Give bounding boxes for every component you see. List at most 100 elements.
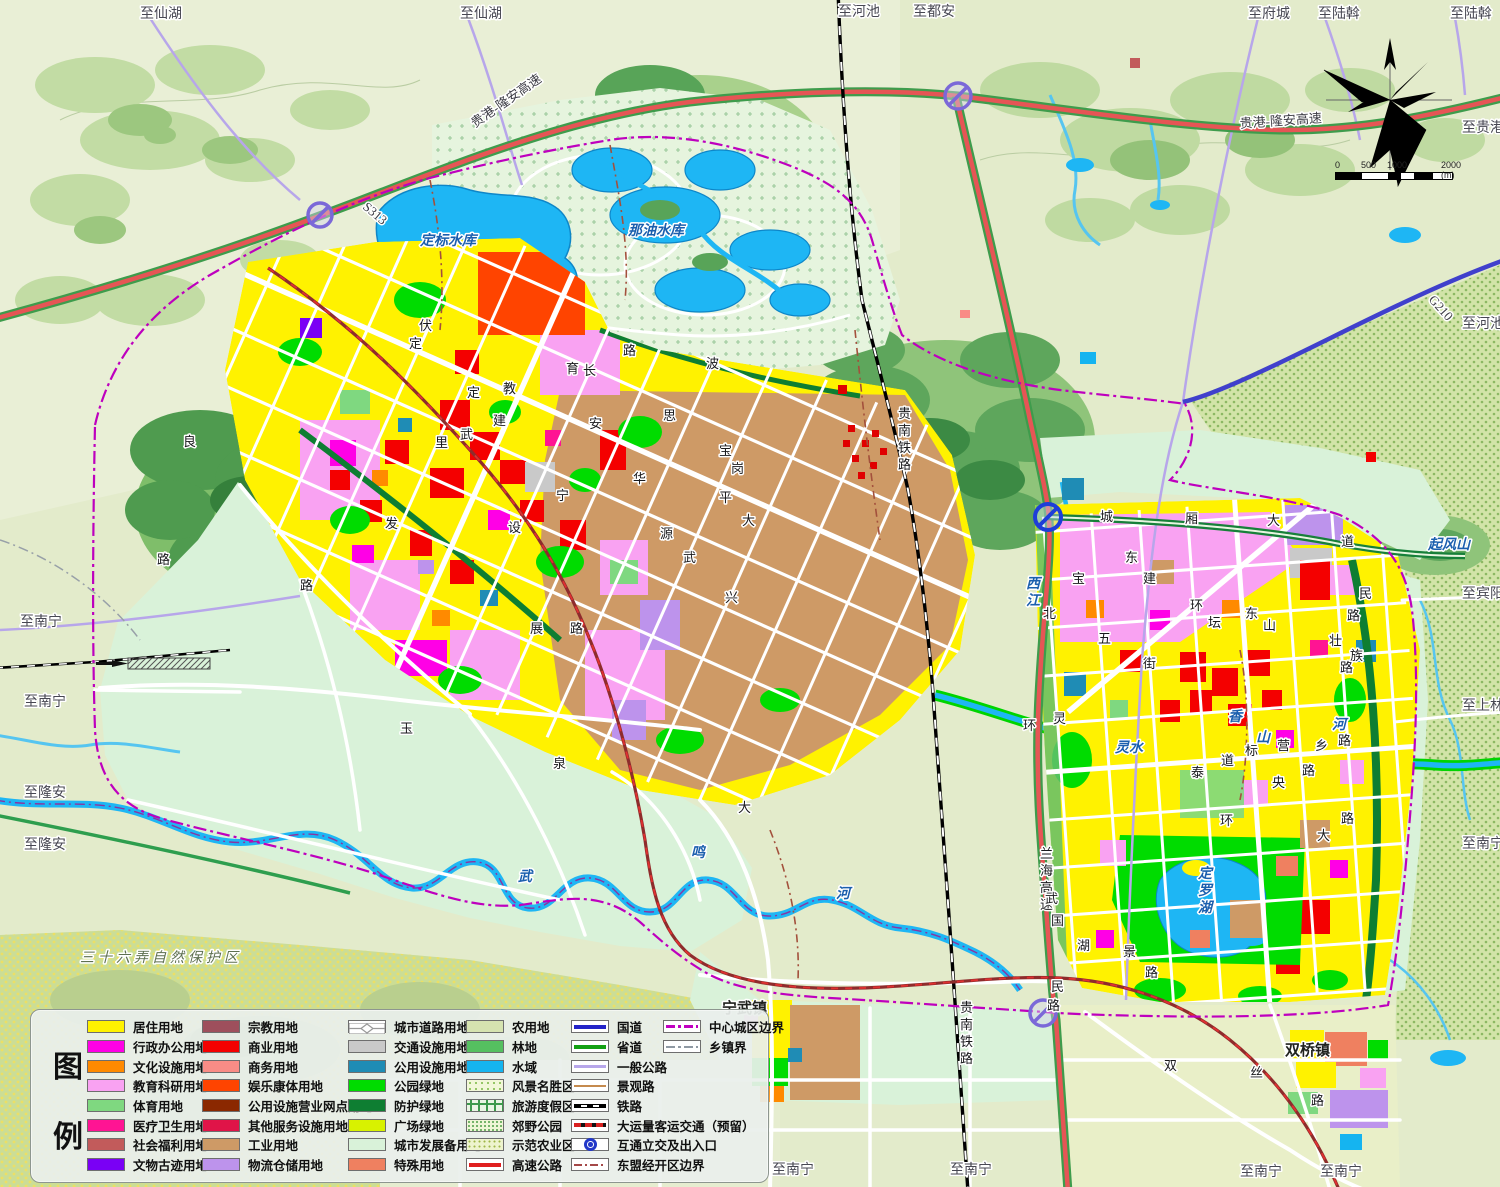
map-label-road: 路 [1145,965,1158,980]
scale-bar: 050010002000 (m) [1335,160,1470,180]
map-label-road: 定 [467,385,480,400]
legend-swatch [202,1119,240,1132]
map-label-dir: 至府城 [1248,6,1290,22]
legend-item: 教育科研用地 [87,1076,208,1096]
map-label-dir: 至宾阳 [1462,586,1500,602]
legend-title-tu: 图 [53,1042,83,1086]
yiban-line-icon [574,1065,606,1068]
map-label-road: 街 [1143,656,1156,671]
legend-item-label: 示范农业区 [512,1135,575,1154]
legend-swatch [87,1138,125,1151]
tielu-line-icon [574,1104,606,1108]
scale-tick-label: 1000 [1387,160,1407,170]
legend-item-label: 商务用地 [248,1057,298,1076]
map-label-dir: 至隆安 [24,837,66,853]
map-label-dir: 至仙湖 [140,6,182,22]
map-label-water: 那油水库 [628,222,687,239]
map-label-road: 路 [1047,998,1060,1013]
map-label-road: 伏 [419,318,432,333]
legend-item-label: 郊野公园 [512,1116,562,1135]
legend-column-3: 城市道路用地交通设施用地公用设施用地公园绿地防护绿地广场绿地城市发展备用地特殊用… [348,1017,482,1175]
legend-item-label: 互通立交及出入口 [617,1135,717,1154]
legend-item: 大运量客运交通（预留） [571,1115,755,1135]
map-label-road: 五 [1098,631,1111,646]
legend-item-label: 铁路 [617,1096,642,1115]
legend-item-label: 行政办公用地 [133,1037,208,1056]
map-label-road: 城 [1100,509,1113,524]
legend-item-label: 防护绿地 [394,1096,444,1115]
legend-item-label: 大运量客运交通（预留） [617,1116,755,1135]
map-label-road: 教 [503,381,516,396]
legend-swatch [348,1158,386,1171]
legend-swatch [87,1119,125,1132]
map-label-dir: 至仙湖 [460,6,502,22]
map-label-road: 兴 [725,590,738,605]
map-label-road: 建 [493,413,506,428]
map-label-reserve: 三十六弄自然保护区 [80,950,242,966]
map-label-dir: 至隆安 [24,785,66,801]
legend-item-label: 城市道路用地 [394,1017,469,1036]
map-label-road: 建 [1143,571,1156,586]
interchange-icon [584,1138,597,1151]
legend-item-label: 教育科研用地 [133,1076,208,1095]
legend-item-label: 国道 [617,1017,642,1036]
legend-line-swatch [571,1099,609,1112]
legend-pattern-swatch [466,1099,504,1112]
jingguan-line-icon [574,1085,606,1087]
legend-pattern-swatch [466,1079,504,1092]
map-label-water: 起风山 [1427,536,1472,553]
map-label-road: 民 [1359,586,1372,601]
map-label-town: 双桥镇 [1285,1041,1330,1059]
map-label-road: 丝 [1250,1065,1263,1080]
legend-item-label: 商业用地 [248,1037,298,1056]
legend-item-label: 风景名胜区 [512,1076,575,1095]
legend-title-li: 例 [53,1112,83,1156]
map-label-road: 路 [1302,763,1315,778]
legend-swatch [348,1040,386,1053]
map-label-road: 北 [1043,606,1056,621]
map-label-road: 设 [508,520,521,535]
legend-item-label: 农用地 [512,1017,550,1036]
map-label-road: 乡 [1315,738,1328,753]
legend-item: 东盟经开区边界 [571,1155,755,1175]
map-label-road: 道 [1341,534,1354,549]
legend-item-label: 东盟经开区边界 [617,1155,705,1174]
legend-item: 城市发展备用地 [348,1135,482,1155]
map-label-road: 东 [1125,550,1138,565]
legend-line-swatch [466,1158,504,1171]
map-label-road: 道 [1221,753,1234,768]
legend-item: 交通设施用地 [348,1037,482,1057]
legend-symbol-box [571,1138,609,1151]
legend-item-label: 景观路 [617,1076,655,1095]
legend-item: 高速公路 [466,1155,575,1175]
map-label-road: 环 [1220,813,1233,828]
map-label-road: 湖 [1077,938,1090,953]
legend-item-label: 公园绿地 [394,1076,444,1095]
scale-tick-label: 2000 (m) [1441,160,1470,180]
map-label-road: 里 [435,435,448,450]
legend-item-label: 高速公路 [512,1155,562,1174]
scale-tick-label: 0 [1335,160,1340,170]
legend-item-label: 林地 [512,1037,537,1056]
dongmeng-line-icon [574,1164,606,1166]
scale-bar-segments [1335,172,1453,180]
map-label-dir: 至河池 [1462,316,1500,332]
map-label-water: 山 [1256,730,1272,746]
map-label-dir: 至河池 [838,4,880,20]
map-label-road: 路 [1338,733,1351,748]
legend-item-label: 物流仓储用地 [248,1155,323,1174]
map-label-road: 安 [589,416,602,431]
map-label-road: 标 [1245,743,1258,758]
legend-item: 林地 [466,1037,575,1057]
map-label-water: 定标水库 [419,232,479,249]
map-label-road: 路 [157,552,170,567]
legend-item-label: 娱乐康体用地 [248,1076,323,1095]
legend-swatch [87,1040,125,1053]
legend-item-label: 公用设施用地 [394,1057,469,1076]
map-label-road: 武 [1045,891,1058,906]
legend-item-label: 交通设施用地 [394,1037,469,1056]
map-label-road: 大 [742,513,755,528]
map-label-road: 路 [300,578,313,593]
zhongxin-line-icon [666,1025,698,1028]
legend-item: 广场绿地 [348,1115,482,1135]
